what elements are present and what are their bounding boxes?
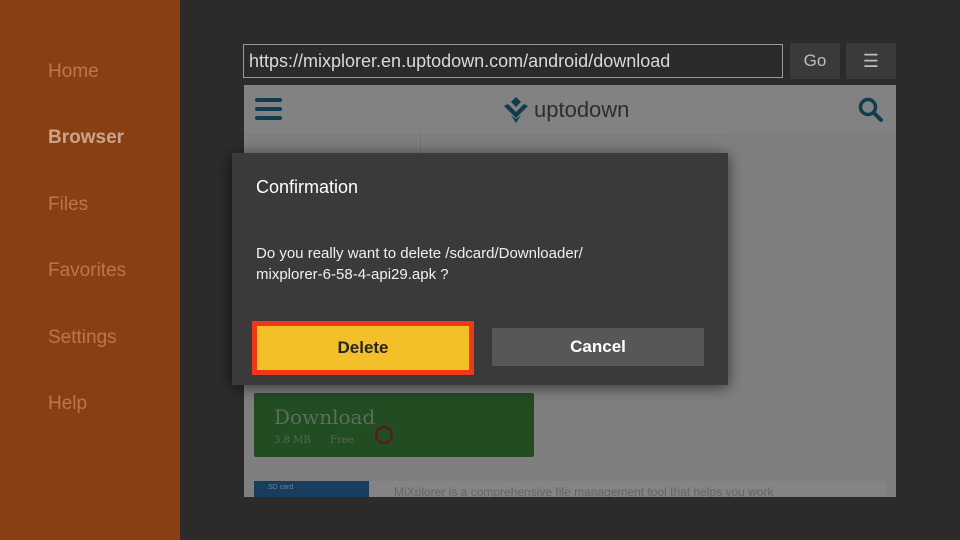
- sidebar-item-files[interactable]: Files: [48, 194, 88, 216]
- dialog-message: Do you really want to delete /sdcard/Dow…: [256, 243, 696, 285]
- confirmation-dialog: Confirmation Do you really want to delet…: [232, 153, 728, 385]
- sidebar-item-favorites[interactable]: Favorites: [48, 260, 126, 282]
- cancel-button[interactable]: Cancel: [492, 328, 704, 366]
- delete-button[interactable]: Delete: [252, 321, 474, 375]
- dialog-message-line2: mixplorer-6-58-4-api29.apk ?: [256, 266, 449, 283]
- go-button[interactable]: Go: [790, 43, 840, 79]
- url-input[interactable]: https://mixplorer.en.uptodown.com/androi…: [243, 44, 783, 78]
- dialog-title: Confirmation: [256, 177, 359, 197]
- sidebar-item-browser[interactable]: Browser: [48, 127, 124, 149]
- menu-icon: ☰: [862, 51, 880, 71]
- sidebar: Home Browser Files Favorites Settings He…: [0, 0, 180, 540]
- sidebar-item-home[interactable]: Home: [48, 61, 99, 83]
- menu-button[interactable]: ☰: [846, 43, 896, 79]
- sidebar-item-settings[interactable]: Settings: [48, 327, 117, 349]
- sidebar-item-help[interactable]: Help: [48, 393, 87, 415]
- delete-button-label: Delete: [260, 329, 466, 367]
- dialog-message-line1: Do you really want to delete /sdcard/Dow…: [256, 245, 583, 262]
